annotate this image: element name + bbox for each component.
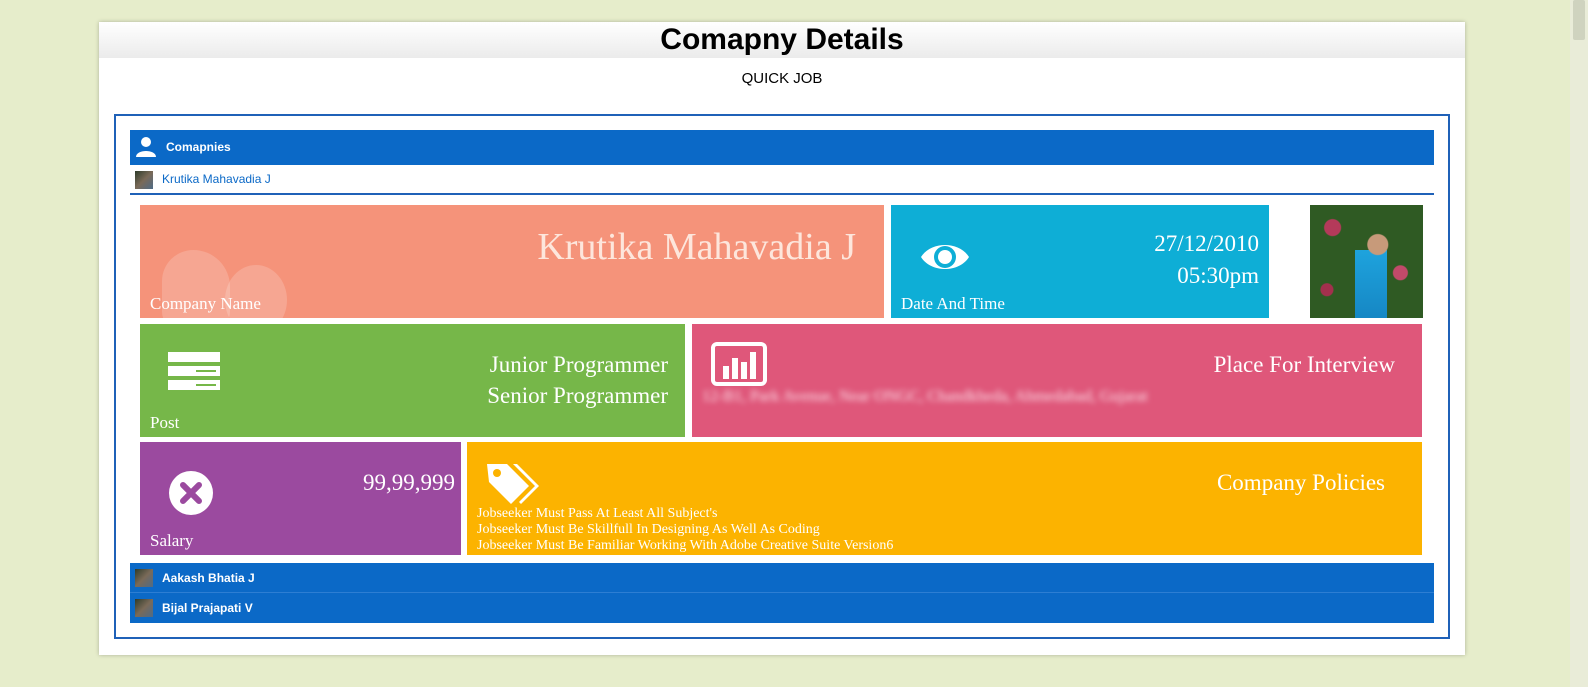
post-label: Post	[150, 413, 180, 432]
time-value: 05:30pm	[1177, 263, 1259, 288]
avatar	[135, 599, 153, 617]
interview-address: 12-B1, Park Avenue, Near ONGC, Chandkhed…	[702, 388, 1148, 405]
company-item-aakash[interactable]: Aakash Bhatia J	[130, 563, 1434, 593]
policy-item: Jobseeker Must Be Familiar Working With …	[477, 538, 894, 553]
date-time-tile: 27/12/2010 05:30pm Date And Time	[891, 205, 1269, 318]
policy-item: Jobseeker Must Be Skillfull In Designing…	[477, 522, 820, 537]
place-tile: Place For Interview 12-B1, Park Avenue, …	[692, 324, 1422, 437]
avatar	[135, 569, 153, 587]
post-value-1: Junior Programmer	[489, 352, 668, 377]
eye-icon	[921, 245, 969, 269]
user-icon	[136, 137, 156, 157]
page-subtitle: QUICK JOB	[741, 70, 823, 87]
salary-label: Salary	[150, 531, 194, 550]
avatar	[135, 171, 153, 189]
profile-photo	[1310, 205, 1423, 318]
scrollbar-track[interactable]	[1570, 0, 1588, 687]
policy-item: Jobseeker Must Pass At Least All Subject…	[477, 506, 718, 521]
policies-list: Jobseeker Must Pass At Least All Subject…	[477, 506, 893, 554]
place-title: Place For Interview	[1213, 352, 1395, 377]
company-item-label: Krutika Mahavadia J	[162, 172, 271, 186]
company-item-label: Aakash Bhatia J	[162, 571, 255, 585]
companies-panel: Comapnies Krutika Mahavadia J Krutika Ma…	[114, 114, 1450, 639]
post-tile: Junior Programmer Senior Programmer Post	[140, 324, 685, 437]
company-item-label: Bijal Prajapati V	[162, 601, 253, 615]
policies-title: Company Policies	[1216, 470, 1385, 495]
close-circle-icon	[169, 471, 213, 515]
bar-chart-icon	[711, 342, 767, 386]
company-name-tile: Krutika Mahavadia J Company Name	[140, 205, 884, 318]
server-icon	[168, 352, 220, 390]
tags-icon	[487, 464, 539, 504]
policies-tile: Company Policies Jobseeker Must Pass At …	[467, 442, 1422, 555]
companies-header-bar[interactable]: Comapnies	[130, 130, 1434, 165]
company-item-bijal[interactable]: Bijal Prajapati V	[130, 593, 1434, 623]
company-details-card: Comapny Details QUICK JOB Comapnies Krut…	[99, 22, 1465, 655]
date-time-label: Date And Time	[901, 294, 1005, 313]
date-value: 27/12/2010	[1154, 231, 1259, 256]
salary-value: 99,99,999	[363, 470, 455, 495]
card-header: Comapny Details	[99, 22, 1465, 58]
post-value-2: Senior Programmer	[487, 383, 668, 408]
salary-tile: 99,99,999 Salary	[140, 442, 461, 555]
company-item-active[interactable]: Krutika Mahavadia J	[130, 165, 1434, 195]
companies-header-label: Comapnies	[166, 140, 231, 154]
company-name-label: Company Name	[150, 294, 261, 313]
scrollbar-thumb[interactable]	[1573, 0, 1585, 40]
page-title: Comapny Details	[660, 23, 904, 56]
company-name-value: Krutika Mahavadia J	[537, 226, 856, 268]
